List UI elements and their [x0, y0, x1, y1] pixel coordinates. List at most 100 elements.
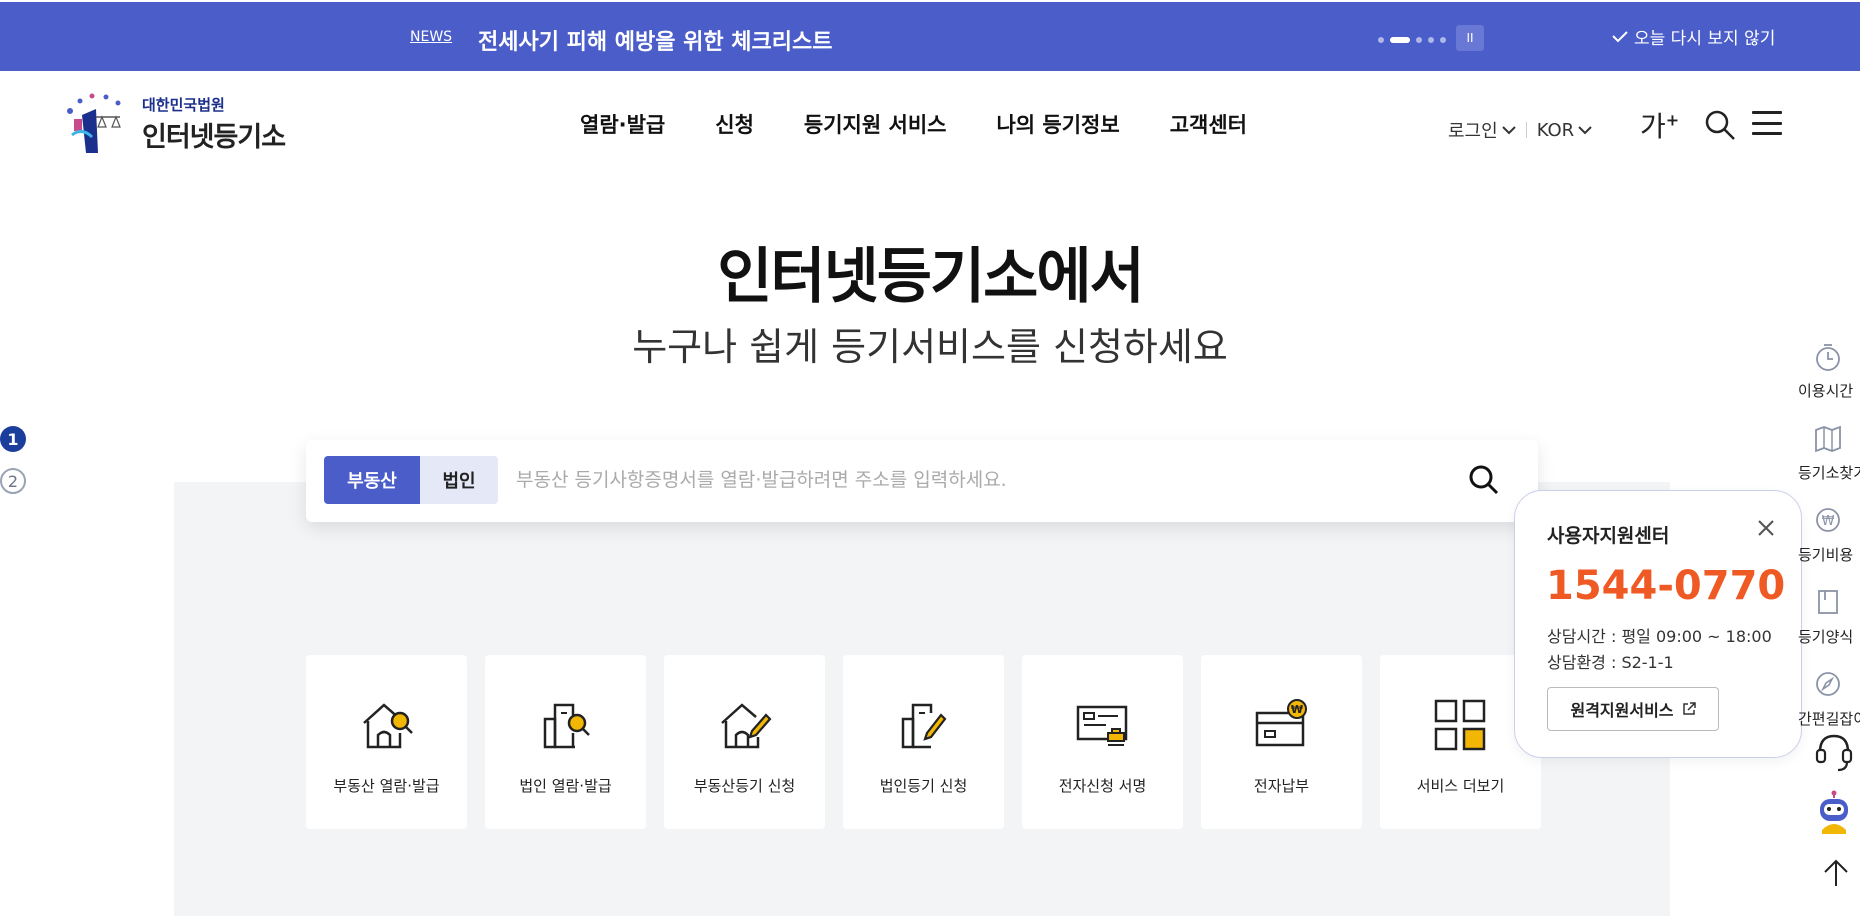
house-pen-icon: [721, 703, 772, 749]
quick-item-forms[interactable]: 등기양식: [1792, 584, 1860, 666]
quick-item-label: 등기비용: [1798, 546, 1854, 564]
popup-title: 사용자지원센터: [1547, 525, 1670, 547]
quick-item-label: 등기소찾기: [1798, 464, 1860, 482]
hero-subtitle: 누구나 쉽게 등기서비스를 신청하세요: [632, 325, 1228, 369]
chevron-down-icon: [1501, 126, 1516, 135]
dont-show-today-label: 오늘 다시 보지 않기: [1634, 29, 1776, 49]
arrow-up-icon: [1824, 859, 1848, 886]
slide-dot-active[interactable]: [1390, 37, 1410, 43]
main-search-button[interactable]: [1468, 464, 1500, 500]
nav-my-info[interactable]: 나의 등기정보: [996, 109, 1119, 139]
news-slide-indicator: [1378, 37, 1446, 43]
slide-dot[interactable]: [1428, 37, 1434, 43]
menu-line: [1752, 132, 1782, 135]
tab-corporation[interactable]: 법인: [420, 456, 498, 504]
dont-show-today-button[interactable]: 오늘 다시 보지 않기: [1612, 24, 1775, 49]
divider: [1525, 122, 1527, 138]
map-icon: [1815, 425, 1841, 453]
language-select[interactable]: KOR: [1537, 120, 1593, 141]
book-icon: [1818, 590, 1838, 614]
support-phone-number: 1544-0770: [1546, 563, 1786, 609]
card-label: 부동산 열람·발급: [333, 777, 440, 795]
card-label: 전자납부: [1253, 777, 1310, 795]
nav-apply[interactable]: 신청: [715, 109, 754, 139]
main-navigation: 열람·발급 신청 등기지원 서비스 나의 등기정보 고객센터: [580, 109, 1247, 139]
main-search-box: 부동산 법인: [306, 440, 1538, 522]
chatbot-button[interactable]: [1814, 790, 1854, 844]
font-size-label: 가: [1640, 110, 1666, 143]
language-label: KOR: [1536, 119, 1575, 141]
remote-support-label: 원격지원서비스: [1570, 701, 1674, 720]
card-e-payment[interactable]: ₩ 전자납부: [1201, 655, 1362, 829]
grid-more-icon: [1434, 699, 1486, 751]
slide-dot[interactable]: [1416, 37, 1422, 43]
site-header: 대한민국법원 인터넷등기소 열람·발급 신청 등기지원 서비스 나의 등기정보 …: [0, 71, 1860, 171]
section-pager: 1 2: [0, 426, 26, 510]
support-center-popup: 사용자지원센터 1544-0770 상담시간 : 평일 09:00 ~ 18:0…: [1514, 490, 1802, 758]
remote-support-button[interactable]: 원격지원서비스: [1547, 687, 1719, 731]
check-icon: [1612, 30, 1628, 42]
login-button[interactable]: 로그인: [1448, 117, 1516, 143]
nav-customer-center[interactable]: 고객센터: [1170, 109, 1247, 139]
card-real-estate-apply[interactable]: 부동산등기 신청: [664, 655, 825, 829]
news-title-link[interactable]: 전세사기 피해 예방을 위한 체크리스트: [478, 24, 832, 56]
building-pen-icon: [901, 703, 947, 749]
news-tag[interactable]: NEWS: [410, 29, 452, 45]
utility-menu: 로그인 KOR: [1448, 117, 1592, 143]
hero-title: 인터넷등기소에서: [717, 242, 1145, 312]
building-search-icon: [543, 703, 590, 749]
menu-line: [1752, 121, 1782, 125]
hamburger-menu-button[interactable]: [1752, 111, 1782, 135]
house-search-icon: [363, 703, 413, 749]
nav-support-service[interactable]: 등기지원 서비스: [804, 109, 947, 139]
pager-item-2[interactable]: 2: [0, 468, 26, 494]
card-real-estate-view[interactable]: 부동산 열람·발급: [306, 655, 467, 829]
slide-dot[interactable]: [1378, 37, 1384, 43]
login-label: 로그인: [1448, 121, 1498, 142]
quick-item-label: 이용시간: [1798, 382, 1854, 400]
menu-line: [1752, 111, 1782, 114]
compass-icon: [1816, 672, 1840, 696]
quick-item-hours[interactable]: 이용시간: [1792, 338, 1860, 420]
svg-text:₩: ₩: [1822, 514, 1835, 529]
quick-item-label: 등기양식: [1798, 628, 1854, 646]
card-label: 법인등기 신청: [879, 777, 968, 795]
counsel-button[interactable]: [1814, 730, 1854, 778]
scroll-top-button[interactable]: [1822, 858, 1850, 892]
site-logo[interactable]: 대한민국법원 인터넷등기소: [62, 91, 286, 157]
popup-close-button[interactable]: [1757, 519, 1775, 541]
news-banner: NEWS 전세사기 피해 예방을 위한 체크리스트 II 오늘 다시 보지 않기: [0, 2, 1860, 71]
header-search-button[interactable]: [1704, 109, 1736, 145]
card-e-sign[interactable]: 전자신청 서명: [1022, 655, 1183, 829]
address-search-input[interactable]: [516, 456, 1416, 504]
card-corporation-view[interactable]: 법인 열람·발급: [485, 655, 646, 829]
nav-view-issue[interactable]: 열람·발급: [580, 109, 665, 139]
quick-item-label: 간편길잡이: [1798, 710, 1860, 728]
support-hours: 상담시간 : 평일 09:00 ~ 18:00: [1547, 627, 1772, 646]
clock-icon: [1816, 344, 1840, 371]
chatbot-robot-icon: [1820, 790, 1848, 834]
external-link-icon: [1682, 702, 1696, 715]
pager-item-1[interactable]: 1: [0, 426, 26, 452]
news-pause-button[interactable]: II: [1456, 25, 1484, 51]
logo-title: 인터넷등기소: [142, 122, 286, 153]
card-label: 법인 열람·발급: [519, 777, 612, 795]
card-corporation-apply[interactable]: 법인등기 신청: [843, 655, 1004, 829]
service-cards: 부동산 열람·발급 법인 열람·발급 부동산등기 신청 법인등기 신청 전자신청…: [306, 655, 1541, 829]
court-emblem-icon: [62, 91, 132, 157]
card-label: 전자신청 서명: [1058, 777, 1147, 795]
search-icon: [1469, 465, 1499, 495]
support-environment: 상담환경 : S2-1-1: [1547, 653, 1674, 672]
quick-item-find-office[interactable]: 등기소찾기: [1792, 420, 1860, 502]
won-icon: ₩: [1816, 508, 1840, 532]
font-size-button[interactable]: 가+: [1640, 105, 1679, 145]
quick-item-fees[interactable]: ₩ 등기비용: [1792, 502, 1860, 584]
chevron-down-icon: [1578, 126, 1592, 135]
tab-real-estate[interactable]: 부동산: [324, 456, 420, 504]
search-icon: [1705, 110, 1735, 140]
payment-card-icon: ₩: [1255, 699, 1307, 747]
card-label: 부동산등기 신청: [693, 777, 796, 795]
close-icon: [1758, 520, 1774, 536]
slide-dot[interactable]: [1440, 37, 1446, 43]
card-label: 서비스 더보기: [1416, 777, 1505, 795]
